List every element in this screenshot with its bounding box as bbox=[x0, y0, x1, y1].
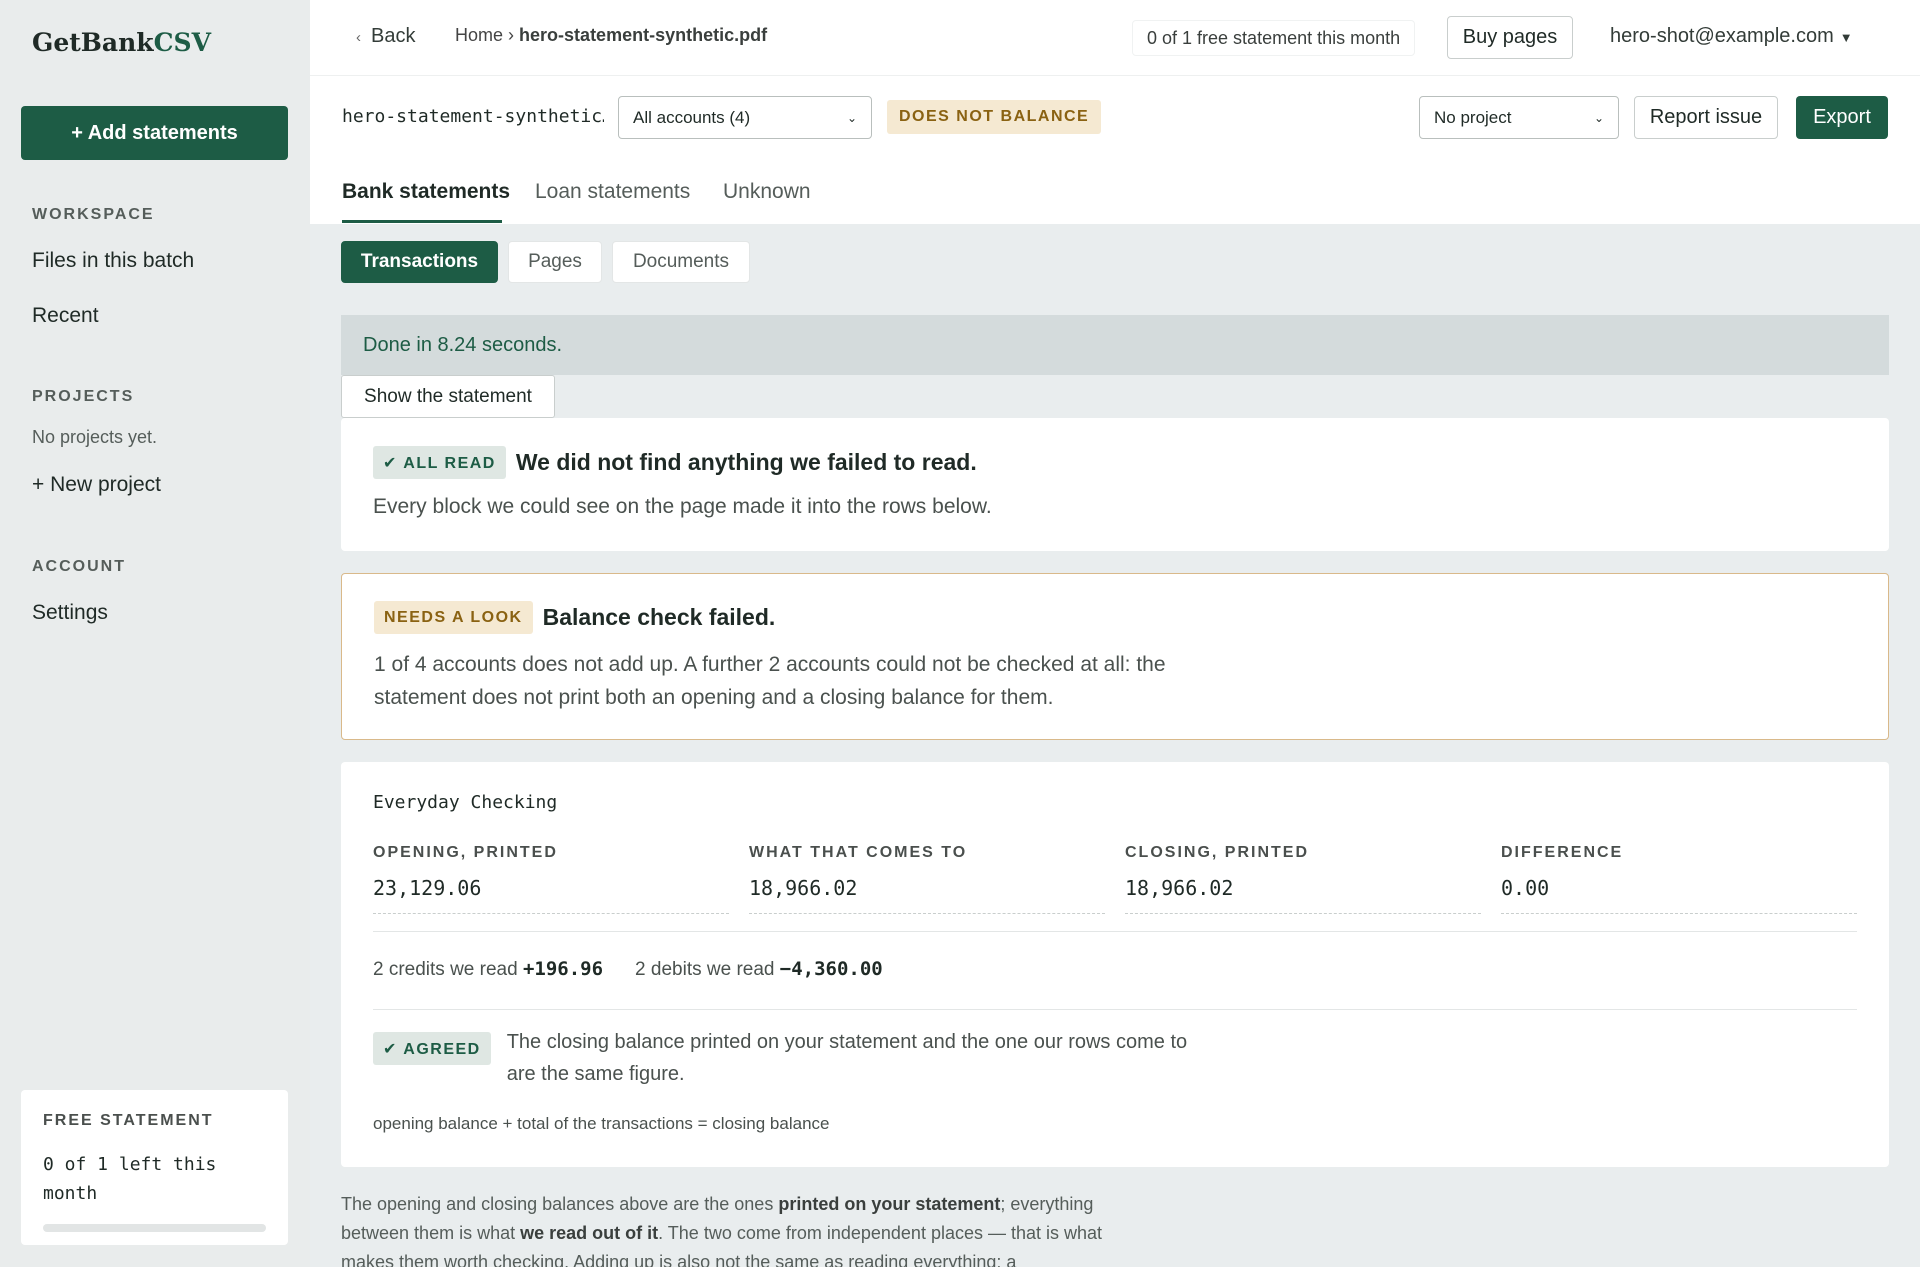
all-read-badge: ✔ ALL READ bbox=[373, 446, 506, 479]
projects-heading: PROJECTS bbox=[32, 388, 135, 405]
credits-label: 2 credits we read bbox=[373, 959, 518, 980]
col-head-opening: OPENING, PRINTED bbox=[373, 844, 558, 861]
document-toolbar: hero-statement-synthetic… All accounts (… bbox=[310, 76, 1920, 224]
divider bbox=[373, 1009, 1857, 1010]
balance-check-line-2: statement does not print both an opening… bbox=[374, 686, 1054, 709]
free-statement-progress bbox=[43, 1224, 266, 1232]
free-statement-text: 0 of 1 left this month bbox=[43, 1154, 217, 1204]
breadcrumb: Home › hero-statement-synthetic.pdf bbox=[455, 25, 767, 46]
tab-bank-statements[interactable]: Bank statements bbox=[342, 180, 510, 204]
accounts-select[interactable]: All accounts (4) ⌄ bbox=[618, 96, 872, 139]
done-message: Done in 8.24 seconds. bbox=[341, 315, 1889, 375]
sidebar: GetBankCSV + Add statements WORKSPACE Fi… bbox=[0, 0, 310, 1267]
export-button[interactable]: Export bbox=[1796, 96, 1888, 139]
chevron-left-icon: ‹ bbox=[356, 29, 361, 46]
free-quota-indicator: 0 of 1 free statement this month bbox=[1132, 20, 1416, 56]
footnote-bold-2: we read out of it bbox=[520, 1223, 659, 1243]
active-tab-indicator bbox=[342, 220, 502, 223]
opening-value: 23,129.06 bbox=[373, 876, 729, 914]
free-statement-heading: FREE STATEMENT bbox=[43, 1112, 214, 1129]
show-statement-button[interactable]: Show the statement bbox=[341, 375, 555, 418]
col-head-difference: DIFFERENCE bbox=[1501, 844, 1624, 861]
breadcrumb-separator: › bbox=[508, 25, 515, 45]
document-filename: hero-statement-synthetic… bbox=[342, 106, 604, 127]
tab-unknown[interactable]: Unknown bbox=[723, 180, 811, 204]
balance-status-badge: DOES NOT BALANCE bbox=[887, 100, 1102, 134]
projects-empty-text: No projects yet. bbox=[32, 427, 158, 447]
transaction-counts: 2 credits we read +196.96 2 debits we re… bbox=[373, 958, 883, 981]
breadcrumb-file: hero-statement-synthetic.pdf bbox=[519, 25, 768, 45]
agreed-line-1: The closing balance printed on your stat… bbox=[506, 1031, 1188, 1053]
col-head-closing: CLOSING, PRINTED bbox=[1125, 844, 1310, 861]
report-issue-button[interactable]: Report issue bbox=[1634, 96, 1778, 139]
project-select[interactable]: No project ⌄ bbox=[1419, 96, 1619, 139]
read-status-card: ✔ ALL READ We did not find anything we f… bbox=[341, 418, 1889, 551]
debits-label: 2 debits we read bbox=[635, 959, 775, 980]
project-select-value: No project bbox=[1434, 107, 1512, 127]
agreed-row: ✔ AGREED The closing balance printed on … bbox=[373, 1031, 1227, 1090]
brand-logo[interactable]: GetBankCSV bbox=[32, 28, 211, 57]
user-email: hero-shot@example.com bbox=[1610, 25, 1834, 47]
agreed-line-2: are the same figure. bbox=[506, 1063, 685, 1085]
agreed-badge: ✔ AGREED bbox=[373, 1032, 491, 1065]
balance-check-line-1: 1 of 4 accounts does not add up. A furth… bbox=[374, 653, 1166, 676]
back-label: Back bbox=[371, 25, 416, 47]
user-menu[interactable]: hero-shot@example.com ▼ bbox=[1610, 25, 1853, 48]
brand-accent: CSV bbox=[153, 28, 211, 57]
account-heading: ACCOUNT bbox=[32, 558, 126, 575]
debits-value: −4,360.00 bbox=[779, 958, 883, 980]
credits-summary: 2 credits we read +196.96 bbox=[373, 958, 603, 981]
new-project-link[interactable]: + New project bbox=[32, 473, 161, 497]
account-name: Everyday Checking bbox=[373, 792, 558, 813]
accounts-select-value: All accounts (4) bbox=[633, 107, 751, 127]
read-status-title: We did not find anything we failed to re… bbox=[515, 449, 977, 475]
chevron-down-icon: ⌄ bbox=[1593, 110, 1604, 125]
workspace-heading: WORKSPACE bbox=[32, 206, 155, 223]
balance-formula: opening balance + total of the transacti… bbox=[373, 1114, 830, 1133]
explanation-footnote: The opening and closing balances above a… bbox=[341, 1190, 1131, 1267]
caret-down-icon: ▼ bbox=[1839, 30, 1853, 45]
needs-a-look-badge: NEEDS A LOOK bbox=[374, 601, 533, 634]
read-status-body: Every block we could see on the page mad… bbox=[373, 495, 992, 518]
back-button[interactable]: ‹ Back bbox=[356, 25, 415, 48]
breadcrumb-home[interactable]: Home bbox=[455, 25, 503, 45]
subtab-documents[interactable]: Documents bbox=[612, 241, 750, 283]
debits-summary: 2 debits we read −4,360.00 bbox=[635, 958, 883, 981]
chevron-down-icon: ⌄ bbox=[846, 110, 857, 125]
agreed-text: The closing balance printed on your stat… bbox=[507, 1026, 1227, 1090]
computed-value: 18,966.02 bbox=[749, 876, 1105, 914]
balance-check-card: NEEDS A LOOK Balance check failed. 1 of … bbox=[341, 573, 1889, 740]
balance-check-body: 1 of 4 accounts does not add up. A furth… bbox=[374, 648, 1166, 714]
balance-check-title: Balance check failed. bbox=[542, 604, 776, 630]
credits-value: +196.96 bbox=[522, 958, 604, 980]
buy-pages-button[interactable]: Buy pages bbox=[1447, 16, 1573, 59]
sidebar-item-recent[interactable]: Recent bbox=[32, 304, 99, 328]
add-statements-button[interactable]: + Add statements bbox=[21, 106, 288, 160]
account-card: Everyday Checking OPENING, PRINTED WHAT … bbox=[341, 762, 1889, 1167]
col-head-computed: WHAT THAT COMES TO bbox=[749, 844, 968, 861]
footnote-part-1: The opening and closing balances above a… bbox=[341, 1194, 779, 1214]
subtab-transactions[interactable]: Transactions bbox=[341, 241, 498, 283]
difference-value: 0.00 bbox=[1501, 876, 1857, 914]
sidebar-item-files-in-batch[interactable]: Files in this batch bbox=[32, 249, 194, 273]
tab-loan-statements[interactable]: Loan statements bbox=[535, 180, 690, 204]
free-statement-card: FREE STATEMENT 0 of 1 left this month bbox=[21, 1090, 288, 1245]
divider bbox=[373, 931, 1857, 932]
subtab-pages[interactable]: Pages bbox=[508, 241, 602, 283]
sidebar-item-settings[interactable]: Settings bbox=[32, 601, 108, 625]
closing-value: 18,966.02 bbox=[1125, 876, 1481, 914]
brand-main: GetBank bbox=[32, 28, 154, 57]
top-bar: ‹ Back Home › hero-statement-synthetic.pd… bbox=[310, 0, 1920, 76]
footnote-bold-1: printed on your statement bbox=[778, 1194, 1001, 1214]
